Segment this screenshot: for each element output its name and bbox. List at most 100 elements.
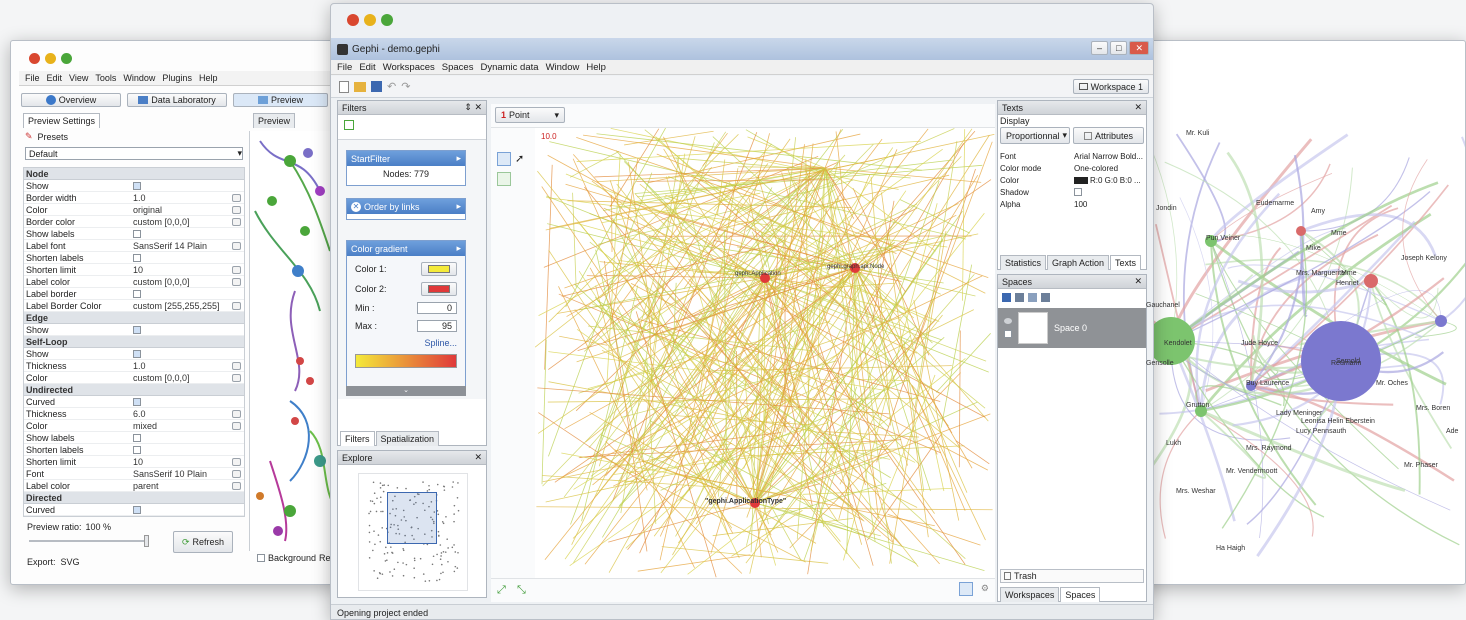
ellipsis-button[interactable] [232,409,241,418]
section-header[interactable]: Edge [24,312,244,324]
tab-statistics[interactable]: Statistics [1000,255,1047,270]
property-row[interactable]: Shorten labels [24,444,244,456]
merge-space-icon[interactable] [1028,293,1037,302]
color-swatch[interactable] [1074,176,1088,184]
property-value[interactable]: mixed [130,421,244,431]
export-format[interactable]: SVG [61,557,80,567]
section-header[interactable]: Directed [24,492,244,504]
max-spinner[interactable]: 95 [417,320,457,332]
property-value[interactable]: 6.0 [130,409,244,419]
texts-property-row[interactable]: Color mode One-colored [998,162,1146,174]
texts-close-icon[interactable]: ✕ [1134,102,1142,113]
minimize-dot[interactable] [45,53,56,64]
save-icon[interactable] [371,81,382,92]
tab-graph-action[interactable]: Graph Action [1047,255,1110,270]
main-menu-workspaces[interactable]: Workspaces [383,62,435,73]
texts-property-row[interactable]: Alpha 100 [998,198,1146,210]
ellipsis-button[interactable] [232,481,241,490]
property-row[interactable]: Shorten limit 10 [24,264,244,276]
attributes-button[interactable]: Attributes [1073,127,1144,144]
main-menu-spaces[interactable]: Spaces [442,62,474,73]
property-value[interactable]: 1.0 [130,361,244,371]
preset-select[interactable]: Default ▾ [25,147,243,160]
menu-help[interactable]: Help [199,73,218,83]
menu-edit[interactable]: Edit [47,73,63,83]
tab-overview[interactable]: Overview [21,93,121,107]
maximize-dot[interactable] [61,53,72,64]
property-row[interactable]: Show [24,348,244,360]
property-row[interactable]: Shorten limit 10 [24,456,244,468]
spaces-close-icon[interactable]: ✕ [1134,276,1142,287]
property-row[interactable]: Show labels [24,228,244,240]
color-gradient-query[interactable]: Color gradient ▸ Color 1: Color 2: Min :0… [346,240,466,390]
property-value[interactable]: 10 [130,265,244,275]
remove-filter-icon[interactable]: ✕ [351,201,361,212]
screenshot-icon[interactable] [959,582,973,596]
property-value[interactable] [130,325,244,334]
property-value[interactable]: custom [0,0,0] [130,373,244,383]
min-spinner[interactable]: 0 [417,302,457,314]
fit-icon[interactable]: ⤢ [497,584,506,597]
settings-icon[interactable]: ⚙ [981,583,989,594]
main-maximize-dot[interactable] [381,14,393,26]
workspace-button[interactable]: Workspace 1 [1072,79,1149,94]
center-icon[interactable]: ⤡ [517,584,526,597]
menu-plugins[interactable]: Plugins [162,73,192,83]
property-value[interactable]: custom [255,255,255] [130,301,244,311]
property-row[interactable]: Label border [24,288,244,300]
ellipsis-button[interactable] [232,265,241,274]
tab-data-laboratory[interactable]: Data Laboratory [127,93,227,107]
ellipsis-button[interactable] [232,301,241,310]
section-header[interactable]: Self-Loop [24,336,244,348]
property-row[interactable]: Color original [24,204,244,216]
property-row[interactable]: Color mixed [24,420,244,432]
eye-icon[interactable] [1004,318,1012,324]
property-row[interactable]: Font SansSerif 10 Plain [24,468,244,480]
graph-tool-icon[interactable] [497,172,511,186]
panel-controls[interactable]: ⇕ ✕ [464,102,482,113]
property-row[interactable]: Border width 1.0 [24,192,244,204]
property-row[interactable]: Color custom [0,0,0] [24,372,244,384]
property-row[interactable]: Label font SansSerif 14 Plain [24,240,244,252]
property-row[interactable]: Show [24,324,244,336]
main-menu-window[interactable]: Window [546,62,580,73]
property-row[interactable]: Curved [24,504,244,516]
texts-property-row[interactable]: Shadow [998,186,1146,198]
undo-icon[interactable]: ↶ [387,80,396,93]
property-value[interactable] [130,433,244,442]
menu-window[interactable]: Window [123,73,155,83]
property-checkbox[interactable] [133,253,141,262]
tab-filters[interactable]: Filters [340,431,375,446]
pointer-tool-icon[interactable]: ➚ [515,152,524,165]
menu-file[interactable]: File [25,73,40,83]
close-dot[interactable] [29,53,40,64]
filter-arrow-icon[interactable]: ▸ [456,153,461,164]
tab-workspaces[interactable]: Workspaces [1000,587,1060,602]
menu-view[interactable]: View [69,73,88,83]
property-value[interactable] [130,505,244,514]
property-row[interactable]: Show [24,180,244,192]
background-checkbox[interactable] [257,554,265,562]
property-row[interactable]: Label color custom [0,0,0] [24,276,244,288]
ellipsis-button[interactable] [232,373,241,382]
minimap-viewport[interactable] [387,492,437,544]
property-value[interactable] [130,229,244,238]
property-checkbox[interactable] [133,229,141,238]
main-minimize-dot[interactable] [364,14,376,26]
minimap[interactable] [358,473,468,591]
tab-spatialization[interactable]: Spatialization [375,431,440,446]
ellipsis-button[interactable] [232,205,241,214]
color1-button[interactable] [421,262,457,276]
filter-arrow-icon-2[interactable]: ▸ [456,201,461,212]
texts-property-row[interactable]: Font Arial Narrow Bold... [998,150,1146,162]
copy-space-icon[interactable] [1015,293,1024,302]
property-checkbox[interactable] [133,289,141,298]
menu-tools[interactable]: Tools [95,73,116,83]
ellipsis-button[interactable] [232,361,241,370]
edge-point-select[interactable]: 1 Point ▾ [495,107,565,123]
select-tool-icon[interactable] [497,152,511,166]
property-row[interactable]: Show labels [24,432,244,444]
texts-property-row[interactable]: Color R:0 G:0 B:0 ... [998,174,1146,186]
graph-canvas[interactable]: 10.0 gephi.Application gephi.graph.api.N… [535,128,995,578]
slider-thumb[interactable] [144,535,149,547]
